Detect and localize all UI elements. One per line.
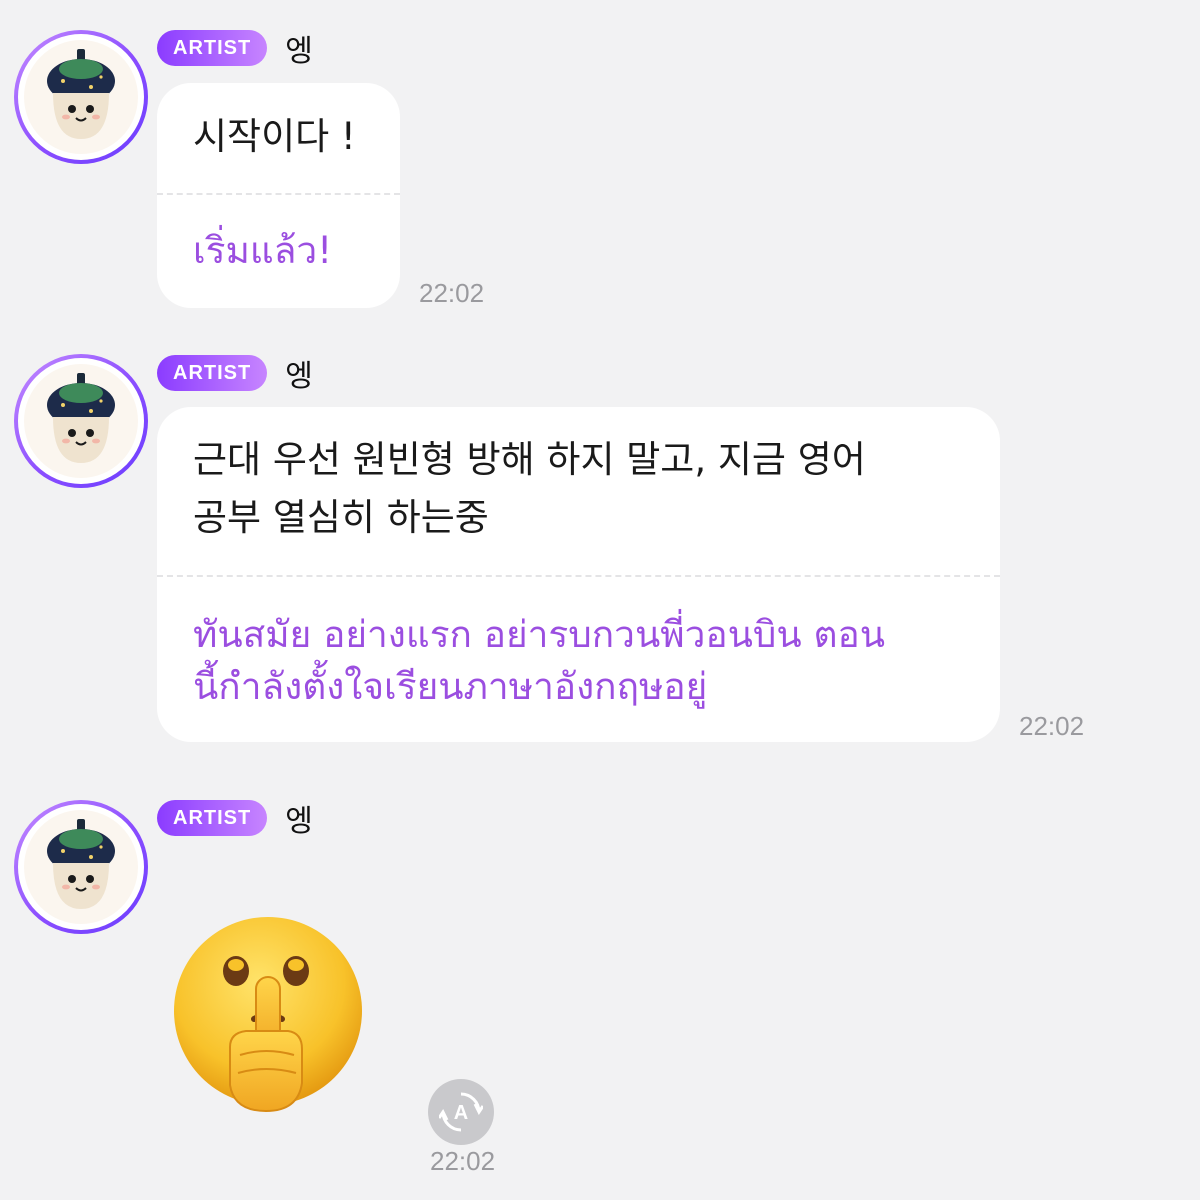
mushroom-avatar-icon (47, 49, 115, 139)
artist-badge: ARTIST (157, 30, 268, 66)
shushing-face-icon (174, 917, 362, 1113)
mushroom-avatar-icon (47, 373, 115, 463)
original-line: 시작이다 ! (193, 115, 356, 158)
sender-name: 엥 (285, 34, 313, 69)
sender-avatar[interactable] (14, 354, 148, 488)
message-header: ARTIST 엥 (157, 28, 313, 69)
original-line: 공부 열심히 하는중 (193, 496, 489, 539)
timestamp: 22:02 (430, 1146, 496, 1176)
original-text: 시작이다 ! (157, 83, 400, 193)
sender-name: 엥 (285, 359, 313, 394)
svg-text:A: A (454, 1102, 468, 1124)
auto-translate-button[interactable]: A (428, 1079, 494, 1145)
artist-badge: ARTIST (157, 355, 268, 391)
translated-line: เริ่มแล้ว! (193, 229, 333, 272)
timestamp: 22:02 (419, 278, 485, 308)
original-line: 근대 우선 원빈형 방해 하지 말고, 지금 영어 (193, 438, 866, 481)
sender-avatar[interactable] (14, 30, 148, 164)
artist-badge: ARTIST (157, 800, 268, 836)
translated-line: ทันสมัย อย่างแรก อย่ารบกวนพี่วอนบิน ตอน (193, 613, 885, 656)
message-bubble[interactable]: 시작이다 ! เริ่มแล้ว! (157, 83, 400, 308)
shushing-face-emoji (170, 915, 366, 1119)
message-header: ARTIST 엥 (157, 353, 313, 394)
sender-avatar[interactable] (14, 800, 148, 934)
message-bubble[interactable]: 근대 우선 원빈형 방해 하지 말고, 지금 영어 공부 열심히 하는중 ทัน… (157, 407, 1000, 742)
timestamp: 22:02 (1019, 711, 1085, 741)
message-header: ARTIST 엥 (157, 798, 313, 839)
translated-text: เริ่มแล้ว! (157, 195, 400, 277)
mushroom-avatar-icon (47, 819, 115, 909)
translated-line: นี้กำลังตั้งใจเรียนภาษาอังกฤษอยู่ (193, 665, 708, 708)
auto-translate-icon: A (439, 1092, 483, 1132)
translated-text: ทันสมัย อย่างแรก อย่ารบกวนพี่วอนบิน ตอน … (157, 577, 1000, 713)
sender-name: 엥 (285, 804, 313, 839)
original-text: 근대 우선 원빈형 방해 하지 말고, 지금 영어 공부 열심히 하는중 (157, 407, 1000, 575)
